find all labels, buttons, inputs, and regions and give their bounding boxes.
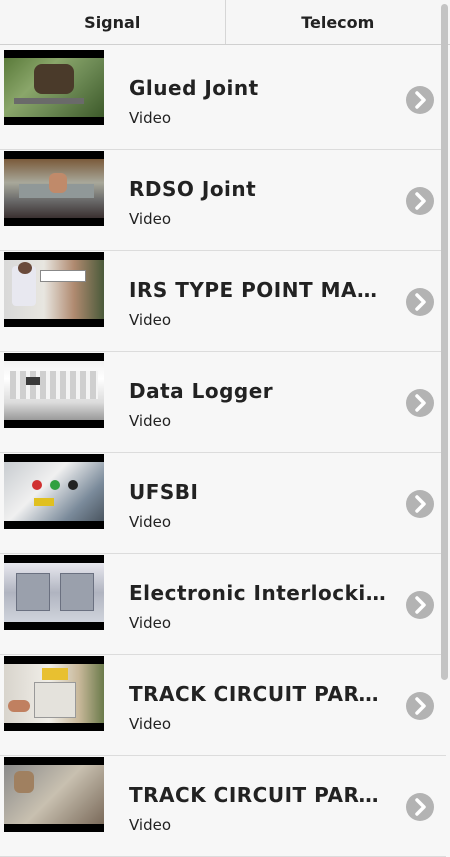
list-item-track-circuit-1[interactable]: TRACK CIRCUIT PART-1 Video [0,655,446,756]
item-title: TRACK CIRCUIT PART-1 [129,682,387,706]
list-item-ufsbi[interactable]: UFSBI Video [0,453,446,554]
list-item-data-logger[interactable]: Data Logger Video [0,352,446,453]
item-type: Video [129,614,171,632]
item-title: Glued Joint [129,76,387,100]
item-type: Video [129,412,171,430]
item-type: Video [129,816,171,834]
chevron-right-icon[interactable] [406,389,434,417]
item-title: Data Logger [129,379,387,403]
chevron-right-icon[interactable] [406,86,434,114]
item-title: TRACK CIRCUIT PART-2 [129,783,387,807]
item-type: Video [129,210,171,228]
video-thumbnail [4,252,104,327]
video-thumbnail [4,555,104,630]
item-title: Electronic Interlocking [129,581,387,605]
video-thumbnail [4,353,104,428]
list-item-track-circuit-2[interactable]: TRACK CIRCUIT PART-2 Video [0,756,446,857]
chevron-right-icon[interactable] [406,591,434,619]
chevron-right-icon[interactable] [406,490,434,518]
list-item-electronic-interlocking[interactable]: Electronic Interlocking Video [0,554,446,655]
item-type: Video [129,715,171,733]
chevron-right-icon[interactable] [406,187,434,215]
tab-signal[interactable]: Signal [0,0,226,44]
item-type: Video [129,109,171,127]
video-thumbnail [4,151,104,226]
video-thumbnail [4,757,104,832]
chevron-right-icon[interactable] [406,692,434,720]
item-title: RDSO Joint [129,177,387,201]
tab-telecom[interactable]: Telecom [226,0,450,44]
video-thumbnail [4,454,104,529]
item-title: UFSBI [129,480,387,504]
item-title: IRS TYPE POINT MAC… [129,278,387,302]
tab-bar: Signal Telecom [0,0,450,45]
item-type: Video [129,311,171,329]
item-type: Video [129,513,171,531]
video-thumbnail [4,656,104,731]
list-item-rdso-joint[interactable]: RDSO Joint Video [0,150,446,251]
chevron-right-icon[interactable] [406,288,434,316]
scrollbar[interactable] [441,4,448,680]
chevron-right-icon[interactable] [406,793,434,821]
video-list: Glued Joint Video RDSO Joint Video IRS T… [0,49,446,857]
video-thumbnail [4,50,104,125]
list-item-irs-point-machine[interactable]: IRS TYPE POINT MAC… Video [0,251,446,352]
list-item-glued-joint[interactable]: Glued Joint Video [0,49,446,150]
